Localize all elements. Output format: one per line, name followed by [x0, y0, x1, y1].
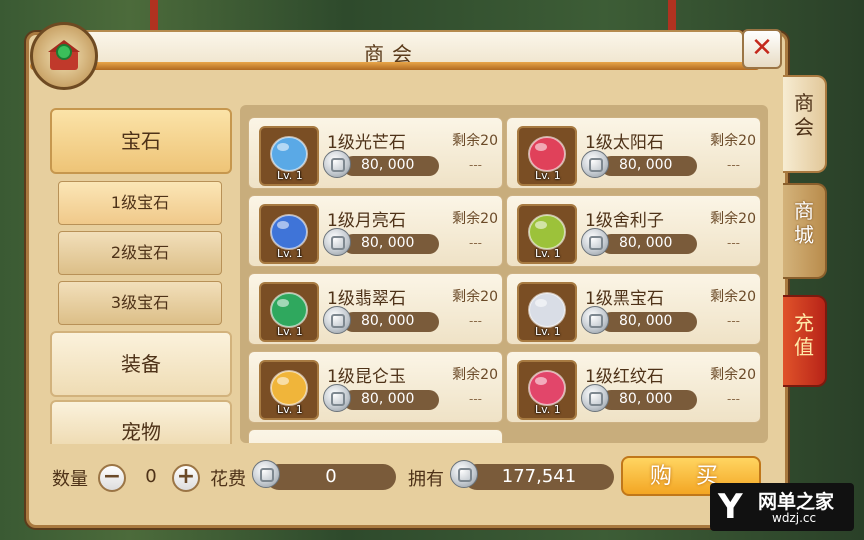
- item-price: 80, 000: [361, 313, 415, 329]
- item-price: 80, 000: [619, 391, 673, 407]
- black-gem-icon: Lv. 1: [517, 282, 577, 342]
- silver-coin-icon: [581, 384, 609, 412]
- item-status-dash: ---: [727, 314, 740, 328]
- item-card[interactable]: Lv. 1 1级昆仑玉 剩余20 --- 80, 000: [248, 351, 503, 423]
- watermark-text: 网单之家: [758, 491, 835, 513]
- background-pillar: [150, 0, 158, 30]
- item-remaining: 剩余20: [710, 367, 756, 383]
- cost-label: 花费: [210, 469, 246, 490]
- item-card[interactable]: Lv. 1 1级黑宝石 剩余20 --- 80, 000: [506, 273, 761, 345]
- item-remaining: 剩余20: [710, 289, 756, 305]
- category-pet[interactable]: 宠物: [50, 400, 232, 444]
- silver-coin-icon: [323, 228, 351, 256]
- tab-mall[interactable]: 商城: [783, 183, 827, 279]
- silver-coin-icon: [323, 384, 351, 412]
- red-stone-icon: Lv. 1: [517, 360, 577, 420]
- item-price: 80, 000: [361, 391, 415, 407]
- item-card[interactable]: Lv. 1 1级翡翠石 剩余20 --- 80, 000: [248, 273, 503, 345]
- item-status-dash: ---: [727, 392, 740, 406]
- increase-quantity-button[interactable]: +: [172, 464, 200, 492]
- tab-chamber-label: 商会: [794, 91, 814, 139]
- item-level: Lv. 1: [277, 403, 303, 416]
- item-card[interactable]: Lv. 1 1级太阳石 剩余20 --- 80, 000: [506, 117, 761, 189]
- item-remaining: 剩余20: [452, 367, 498, 383]
- item-level: Lv. 1: [535, 403, 561, 416]
- silver-coin-icon: [581, 150, 609, 178]
- silver-coin-icon: [252, 460, 280, 488]
- silver-coin-icon: [581, 306, 609, 334]
- item-price: 80, 000: [619, 157, 673, 173]
- crystal-icon: Lv. 1: [259, 126, 319, 186]
- item-level: Lv. 1: [535, 169, 561, 182]
- category-gem[interactable]: 宝石: [50, 108, 232, 174]
- moon-stone-icon: Lv. 1: [259, 204, 319, 264]
- watermark-url: wdzj.cc: [772, 511, 817, 525]
- silver-coin-icon: [450, 460, 478, 488]
- item-status-dash: ---: [727, 236, 740, 250]
- item-status-dash: ---: [469, 314, 482, 328]
- item-status-dash: ---: [469, 236, 482, 250]
- tab-recharge-label: 充值: [794, 311, 814, 359]
- kunlun-jade-icon: Lv. 1: [259, 360, 319, 420]
- relic-icon: Lv. 1: [517, 204, 577, 264]
- item-status-dash: ---: [469, 158, 482, 172]
- item-remaining: 剩余20: [710, 211, 756, 227]
- item-remaining: 剩余20: [452, 211, 498, 227]
- decorative-rod: [30, 62, 760, 70]
- jade-icon: Lv. 1: [259, 282, 319, 342]
- subcategory-gem-level-2[interactable]: 2级宝石: [58, 231, 222, 275]
- silver-coin-icon: [323, 150, 351, 178]
- item-level: Lv. 1: [535, 325, 561, 338]
- item-level: Lv. 1: [535, 247, 561, 260]
- owned-label: 拥有: [408, 469, 444, 490]
- tab-chamber[interactable]: 商会: [783, 75, 827, 173]
- item-remaining: 剩余20: [452, 133, 498, 149]
- watermark-logo: Y: [718, 487, 743, 527]
- item-remaining: 剩余20: [452, 289, 498, 305]
- subcategory-gem-level-1[interactable]: 1级宝石: [58, 181, 222, 225]
- item-price: 80, 000: [361, 157, 415, 173]
- background-pillar: [668, 0, 676, 30]
- tab-mall-label: 商城: [794, 199, 814, 247]
- sun-stone-icon: Lv. 1: [517, 126, 577, 186]
- tab-recharge[interactable]: 充值: [783, 295, 827, 387]
- purchase-bar: 数量 − 0 + 花费 0 拥有 177,541 购买: [50, 456, 770, 496]
- silver-coin-icon: [581, 228, 609, 256]
- silver-coin-icon: [323, 306, 351, 334]
- item-card[interactable]: Lv. 1 1级舍利子 剩余20 --- 80, 000: [506, 195, 761, 267]
- item-remaining: 剩余20: [710, 133, 756, 149]
- cost-value: 0: [266, 464, 396, 490]
- item-status-dash: ---: [727, 158, 740, 172]
- item-price: 80, 000: [619, 313, 673, 329]
- chamber-emblem-icon: [30, 22, 98, 90]
- item-card[interactable]: Lv. 1 1级红纹石 剩余20 --- 80, 000: [506, 351, 761, 423]
- item-card-partial[interactable]: [248, 429, 503, 443]
- owned-value: 177,541: [464, 464, 614, 490]
- item-card[interactable]: Lv. 1 1级月亮石 剩余20 --- 80, 000: [248, 195, 503, 267]
- item-grid: Lv. 1 1级光芒石 剩余20 --- 80, 000 Lv. 1 1级太阳石 剩余20 --…: [240, 105, 768, 443]
- category-equipment[interactable]: 装备: [50, 331, 232, 397]
- item-card[interactable]: Lv. 1 1级光芒石 剩余20 --- 80, 000: [248, 117, 503, 189]
- subcategory-gem-level-3[interactable]: 3级宝石: [58, 281, 222, 325]
- item-price: 80, 000: [619, 235, 673, 251]
- item-price: 80, 000: [361, 235, 415, 251]
- quantity-label: 数量: [52, 469, 88, 490]
- decrease-quantity-button[interactable]: −: [98, 464, 126, 492]
- close-button[interactable]: ✕: [742, 29, 782, 69]
- item-level: Lv. 1: [277, 247, 303, 260]
- watermark: Y 网单之家 wdzj.cc: [710, 483, 854, 531]
- quantity-value[interactable]: 0: [126, 464, 176, 490]
- item-status-dash: ---: [469, 392, 482, 406]
- item-level: Lv. 1: [277, 169, 303, 182]
- item-level: Lv. 1: [277, 325, 303, 338]
